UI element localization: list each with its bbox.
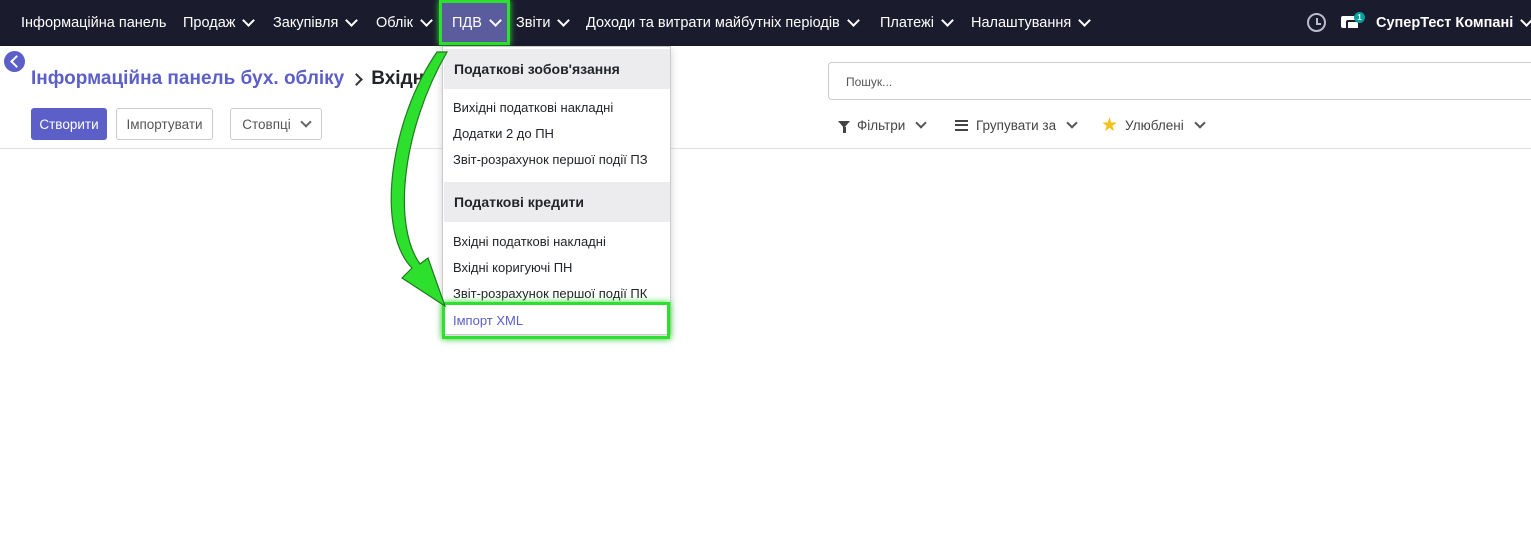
menu-item-incoming-corrections[interactable]: Вхідні коригуючі ПН [453,257,572,277]
chevron-right-icon [350,72,364,86]
filter-icon [838,120,850,133]
menu-sales[interactable]: Продаж [183,0,256,46]
menu-accounting-label: Облік [376,15,413,31]
menu-reports-label: Звіти [516,15,551,31]
chevron-down-icon [1520,14,1531,27]
menu-vat-label: ПДВ [452,15,482,31]
list-icon [955,119,968,131]
menu-purchase[interactable]: Закупівля [273,0,359,46]
menu-dashboard[interactable]: Інформаційна панель [21,0,166,46]
favorites-label: Улюблені [1125,117,1184,133]
create-button-label: Створити [39,116,99,132]
menu-deferred-label: Доходи та витрати майбутніх періодів [586,15,840,31]
menu-accounting[interactable]: Облік [376,0,433,46]
star-icon: ★ [1101,114,1119,136]
chevron-down-icon [489,14,502,27]
breadcrumb: Інформаційна панель бух. обліку Вхідні [31,66,429,92]
favorites-toggle[interactable]: ★ Улюблені [1101,114,1206,136]
menu-settings[interactable]: Налаштування [971,0,1092,46]
menu-item-first-event-report-pk[interactable]: Звіт-розрахунок першої події ПК [453,283,647,303]
back-arrow-icon[interactable] [4,51,25,72]
clock-icon[interactable] [1307,13,1326,32]
company-name: СуперТест Компані [1376,15,1514,31]
menu-settings-label: Налаштування [971,15,1072,31]
chat-count-badge: 1 [1354,12,1365,23]
chevron-down-icon [557,14,571,27]
columns-button-label: Стовпці [242,116,291,132]
group-by-toggle[interactable]: Групувати за [955,114,1078,136]
menu-payments[interactable]: Платежі [880,0,954,46]
chevron-down-icon [1078,14,1092,27]
menu-sales-label: Продаж [183,15,236,31]
group-by-label: Групувати за [976,117,1057,133]
search-input[interactable] [846,72,1446,92]
top-navbar: Інформаційна панель Продаж Закупівля Обл… [0,0,1531,46]
create-button[interactable]: Створити [31,108,107,140]
filters-label: Фільтри [857,117,906,133]
menu-payments-label: Платежі [880,15,934,31]
menu-vat[interactable]: ПДВ [442,3,510,43]
chevron-down-icon [1194,116,1206,129]
menu-purchase-label: Закупівля [273,15,339,31]
chevron-down-icon [941,14,954,27]
chevron-down-icon [242,14,256,27]
menu-item-first-event-report-pz[interactable]: Звіт-розрахунок першої події ПЗ [453,149,648,169]
control-panel-divider [0,148,1531,149]
dropdown-section-header: Податкові кредити [444,182,670,222]
breadcrumb-current: Вхідні [371,68,430,89]
menu-item-appendix2[interactable]: Додатки 2 до ПН [453,123,554,143]
search-box [828,62,1531,100]
import-button[interactable]: Імпортувати [116,108,213,140]
chevron-down-icon [1066,116,1078,129]
columns-button[interactable]: Стовпці [230,108,322,140]
filters-toggle[interactable]: Фільтри [838,114,928,136]
vat-dropdown-menu: Податкові зобов'язання Вихідні податкові… [442,46,671,335]
import-button-label: Імпортувати [126,116,203,132]
menu-item-import-xml[interactable]: Імпорт XML [453,310,523,330]
menu-dashboard-label: Інформаційна панель [21,15,167,31]
chevron-down-icon [300,115,312,128]
chevron-down-icon [846,14,860,27]
chevron-down-icon [915,116,928,129]
menu-reports[interactable]: Звіти [516,0,571,46]
chevron-down-icon [345,14,359,27]
company-switcher[interactable]: СуперТест Компані [1376,0,1531,46]
chevron-down-icon [420,14,433,27]
menu-item-incoming-invoices[interactable]: Вхідні податкові накладні [453,231,606,251]
menu-deferred[interactable]: Доходи та витрати майбутніх періодів [586,0,860,46]
dropdown-section-header: Податкові зобов'язання [444,49,670,89]
menu-item-outgoing-invoices[interactable]: Вихідні податкові накладні [453,97,613,117]
breadcrumb-parent-link[interactable]: Інформаційна панель бух. обліку [31,68,344,90]
